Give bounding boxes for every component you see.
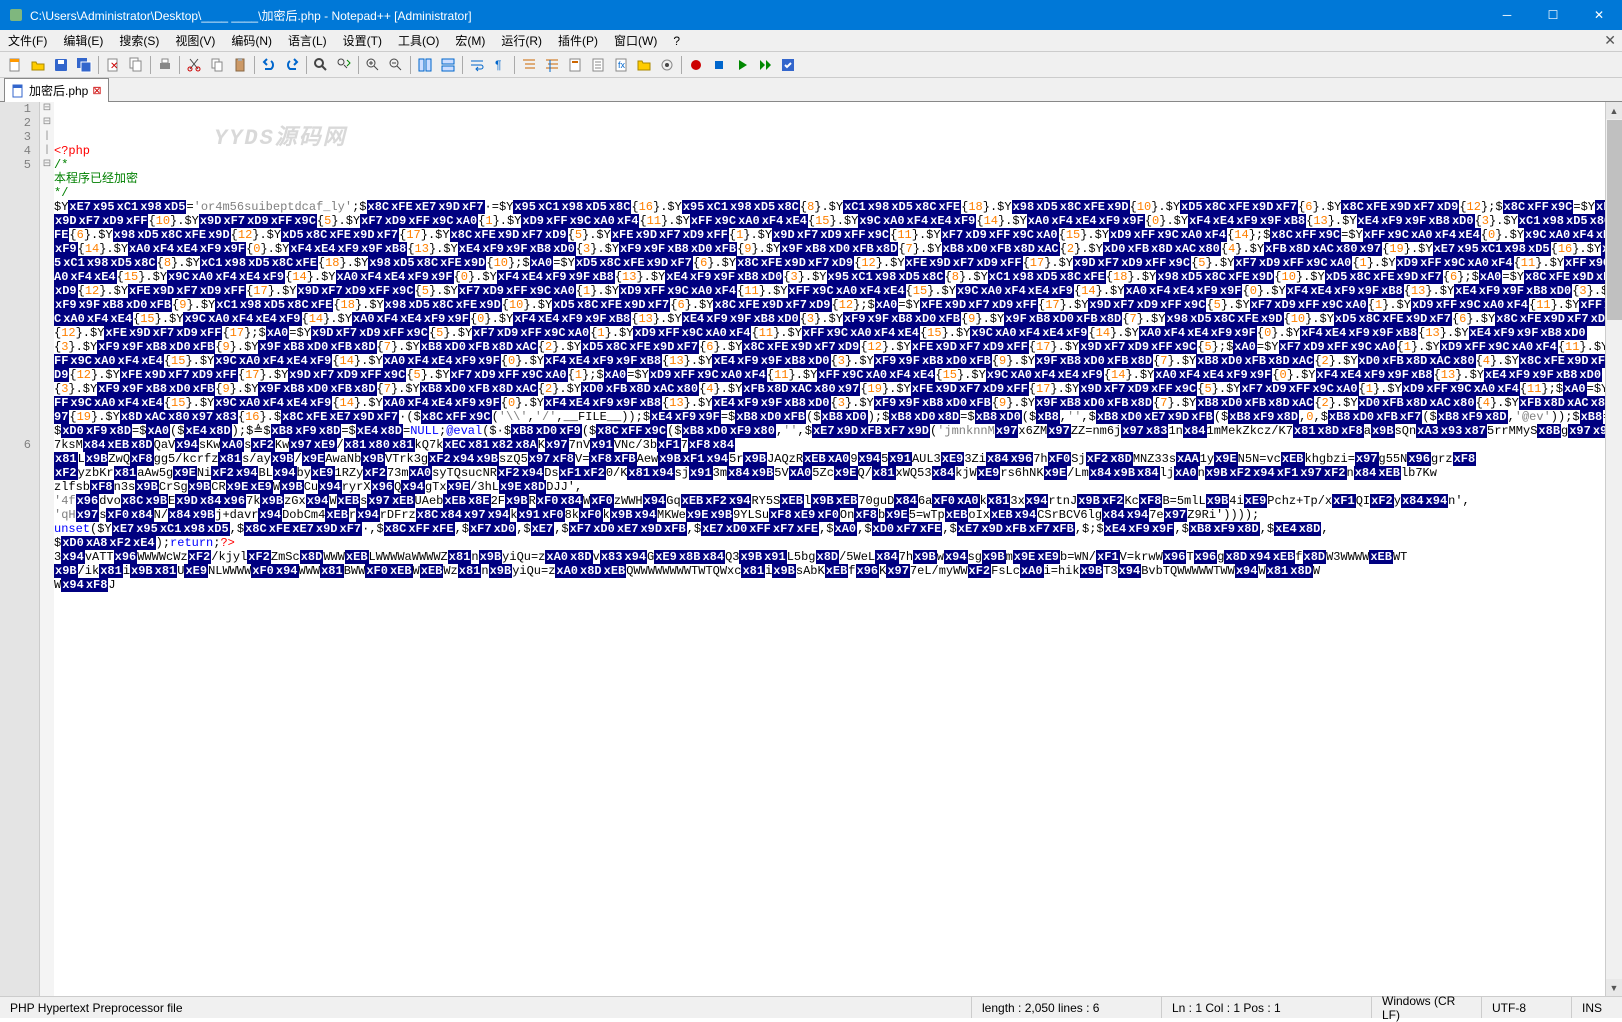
menu-help[interactable]: ?	[665, 31, 688, 51]
menu-edit[interactable]: 编辑(E)	[55, 29, 111, 52]
stop-macro-button[interactable]	[708, 54, 730, 76]
close-all-button[interactable]	[125, 54, 147, 76]
scroll-down-icon[interactable]: ▼	[1606, 979, 1622, 996]
menu-view[interactable]: 视图(V)	[167, 29, 223, 52]
scroll-thumb[interactable]	[1607, 120, 1622, 320]
app-icon	[8, 7, 24, 23]
menu-macro[interactable]: 宏(M)	[447, 29, 493, 52]
menu-run[interactable]: 运行(R)	[493, 29, 550, 52]
file-icon	[11, 84, 25, 98]
close-file-button[interactable]: ✕	[102, 54, 124, 76]
tab-close-icon[interactable]: ⊠	[92, 84, 101, 97]
tab-active[interactable]: 加密后.php ⊠	[4, 78, 109, 102]
menu-encoding[interactable]: 编码(N)	[223, 29, 280, 52]
play-multi-button[interactable]	[754, 54, 776, 76]
cut-button[interactable]	[183, 54, 205, 76]
func-list-button[interactable]: fx	[610, 54, 632, 76]
ud-lang-button[interactable]	[541, 54, 563, 76]
monitor-button[interactable]	[656, 54, 678, 76]
wordwrap-button[interactable]	[466, 54, 488, 76]
redo-button[interactable]	[281, 54, 303, 76]
doc-list-button[interactable]	[587, 54, 609, 76]
save-button[interactable]	[50, 54, 72, 76]
find-button[interactable]	[310, 54, 332, 76]
close-button[interactable]: ✕	[1576, 0, 1622, 30]
open-file-button[interactable]	[27, 54, 49, 76]
copy-button[interactable]	[206, 54, 228, 76]
menu-window[interactable]: 窗口(W)	[606, 29, 665, 52]
svg-text:✕: ✕	[110, 61, 118, 72]
status-encoding: UTF-8	[1482, 997, 1572, 1018]
menu-plugins[interactable]: 插件(P)	[550, 29, 606, 52]
save-macro-button[interactable]	[777, 54, 799, 76]
replace-button[interactable]	[333, 54, 355, 76]
status-eol: Windows (CR LF)	[1372, 997, 1482, 1018]
status-language: PHP Hypertext Preprocessor file	[0, 997, 972, 1018]
new-file-button[interactable]	[4, 54, 26, 76]
status-bar: PHP Hypertext Preprocessor file length :…	[0, 996, 1622, 1018]
svg-text:¶: ¶	[495, 58, 501, 72]
status-length: length : 2,050 lines : 6	[972, 997, 1162, 1018]
undo-button[interactable]	[258, 54, 280, 76]
menu-file[interactable]: 文件(F)	[0, 29, 55, 52]
menu-tools[interactable]: 工具(O)	[390, 29, 447, 52]
tab-bar: 加密后.php ⊠	[0, 78, 1622, 102]
doc-map-button[interactable]	[564, 54, 586, 76]
folder-button[interactable]	[633, 54, 655, 76]
menu-bar: 文件(F) 编辑(E) 搜索(S) 视图(V) 编码(N) 语言(L) 设置(T…	[0, 30, 1622, 52]
show-chars-button[interactable]: ¶	[489, 54, 511, 76]
line-number-gutter[interactable]: 123456	[0, 102, 40, 996]
play-macro-button[interactable]	[731, 54, 753, 76]
save-all-button[interactable]	[73, 54, 95, 76]
minimize-button[interactable]: ─	[1484, 0, 1530, 30]
toolbar: ✕ ¶ fx	[0, 52, 1622, 78]
title-bar: C:\Users\Administrator\Desktop\____ ____…	[0, 0, 1622, 30]
tab-filename: 加密后.php	[29, 82, 88, 99]
menu-search[interactable]: 搜索(S)	[111, 29, 167, 52]
code-area[interactable]: YYDS源码网 <?php/*本程序已经加密*/$YxE7x95xC1x98xD…	[54, 102, 1622, 996]
sync-v-button[interactable]	[414, 54, 436, 76]
editor: 123456 ⊟⊟||⊟ YYDS源码网 <?php/*本程序已经加密*/$Yx…	[0, 102, 1622, 996]
status-position: Ln : 1 Col : 1 Pos : 1	[1162, 997, 1372, 1018]
svg-text:fx: fx	[618, 60, 626, 70]
paste-button[interactable]	[229, 54, 251, 76]
menu-close-icon[interactable]: ✕	[1604, 32, 1616, 49]
vertical-scrollbar[interactable]: ▲ ▼	[1605, 102, 1622, 996]
zoom-in-button[interactable]	[362, 54, 384, 76]
status-insert-mode: INS	[1572, 997, 1622, 1018]
print-button[interactable]	[154, 54, 176, 76]
scroll-up-icon[interactable]: ▲	[1606, 102, 1622, 119]
fold-column[interactable]: ⊟⊟||⊟	[40, 102, 54, 996]
record-macro-button[interactable]	[685, 54, 707, 76]
window-title: C:\Users\Administrator\Desktop\____ ____…	[30, 7, 1484, 24]
sync-h-button[interactable]	[437, 54, 459, 76]
maximize-button[interactable]: ☐	[1530, 0, 1576, 30]
menu-language[interactable]: 语言(L)	[280, 29, 335, 52]
zoom-out-button[interactable]	[385, 54, 407, 76]
menu-settings[interactable]: 设置(T)	[335, 29, 390, 52]
indent-guide-button[interactable]	[518, 54, 540, 76]
